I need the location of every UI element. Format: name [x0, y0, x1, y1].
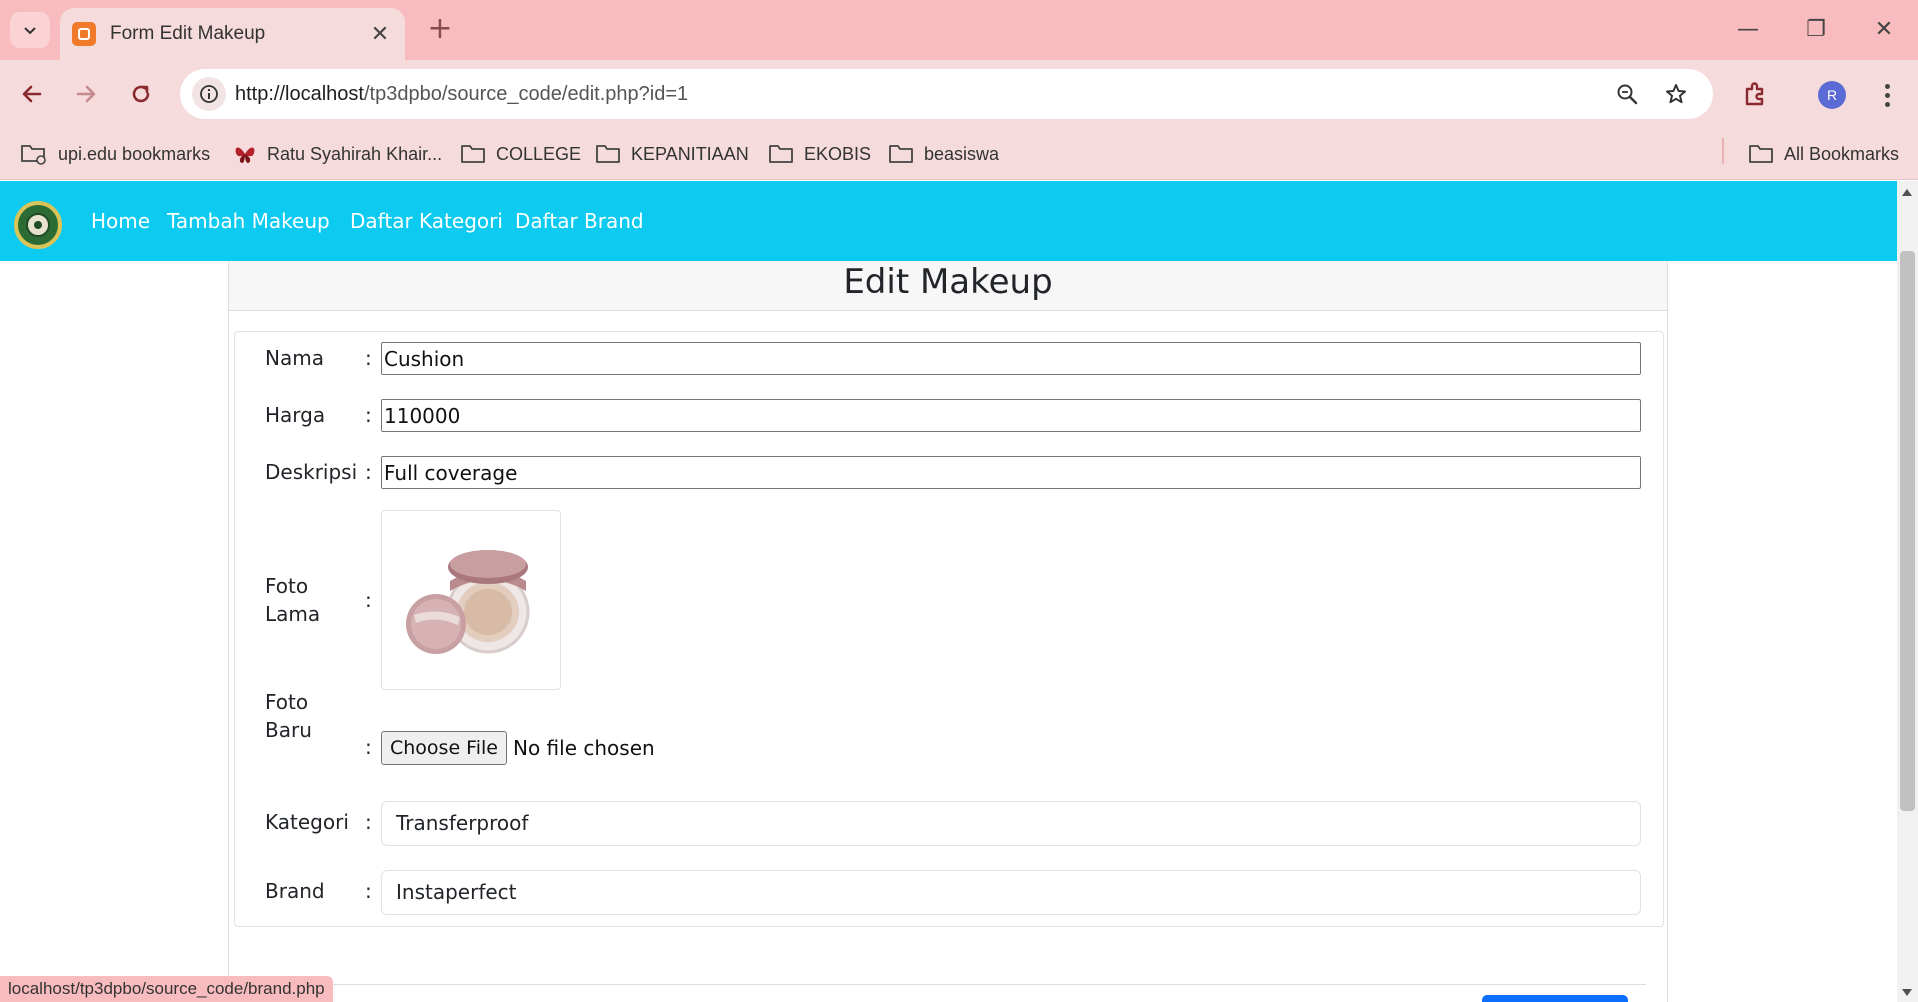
new-tab-button[interactable]: + — [422, 12, 458, 48]
foto-baru-label-line2: Baru — [265, 718, 312, 742]
bookmarks-separator — [1722, 138, 1724, 164]
folder-icon — [889, 145, 913, 163]
managed-folder-icon — [21, 145, 46, 165]
arrow-right-icon — [76, 85, 96, 103]
kategori-label: Kategori — [265, 810, 349, 834]
bookmark-label: beasiswa — [924, 143, 1000, 164]
separator-colon: : — [365, 346, 372, 370]
address-url[interactable]: http://localhost/tp3dpbo/source_code/edi… — [235, 69, 688, 119]
restore-icon[interactable]: ❐ — [1796, 10, 1836, 50]
site-navbar: Home Tambah Makeup Daftar Kategori Dafta… — [0, 181, 1897, 261]
brand-select[interactable]: Instaperfect — [381, 870, 1641, 915]
reload-button[interactable] — [121, 74, 161, 114]
xampp-favicon-icon — [72, 22, 96, 46]
browser-menu-icon[interactable] — [1872, 78, 1902, 112]
foto-lama-label-line2: Lama — [265, 602, 321, 626]
bookmark-label: COLLEGE — [496, 143, 582, 164]
tab-search-button[interactable] — [10, 12, 50, 48]
bookmark-label: Ratu Syahirah Khair... — [267, 143, 443, 164]
separator-colon: : — [365, 403, 372, 427]
tab-close-icon[interactable]: ✕ — [367, 22, 393, 47]
bookmarks-bar: upi.edu bookmarks Ratu Syahirah Khair...… — [0, 128, 1918, 180]
deskripsi-label: Deskripsi — [265, 460, 358, 484]
scroll-up-icon[interactable] — [1902, 189, 1912, 196]
site-info-icon[interactable] — [192, 77, 226, 111]
arrow-left-icon — [22, 85, 42, 103]
page-viewport: Home Tambah Makeup Daftar Kategori Dafta… — [0, 181, 1897, 1002]
nav-daftar-kategori-link[interactable]: Daftar Kategori — [350, 181, 503, 261]
close-window-icon[interactable]: ✕ — [1864, 10, 1904, 50]
extensions-icon[interactable] — [1735, 74, 1775, 114]
forward-button[interactable] — [66, 74, 106, 114]
browser-tab-strip: Form Edit Makeup ✕ + — ❐ ✕ — [0, 0, 1918, 60]
nama-label: Nama — [265, 346, 324, 370]
submit-button-partial[interactable] — [1482, 995, 1628, 1002]
card-header: Edit Makeup — [229, 261, 1667, 311]
harga-label: Harga — [265, 403, 326, 427]
bookmark-star-icon[interactable] — [1659, 77, 1693, 111]
nama-input[interactable] — [381, 342, 1641, 375]
deskripsi-input[interactable] — [381, 456, 1641, 489]
folder-icon — [769, 145, 793, 163]
scroll-down-icon[interactable] — [1902, 989, 1912, 996]
foto-lama-thumbnail — [381, 510, 561, 690]
bookmark-ratu-syahirah[interactable]: Ratu Syahirah Khair... — [233, 128, 442, 180]
folder-icon — [1749, 145, 1773, 163]
separator-colon: : — [365, 460, 372, 484]
profile-avatar[interactable]: R — [1818, 81, 1846, 109]
edit-card: Edit Makeup Nama : Harga : Deskripsi : F… — [228, 261, 1668, 1002]
zoom-icon[interactable] — [1610, 77, 1644, 111]
file-status-text: No file chosen — [513, 736, 655, 760]
separator-colon: : — [365, 810, 372, 834]
bookmark-upi-edu[interactable]: upi.edu bookmarks — [20, 128, 210, 180]
address-bar[interactable]: http://localhost/tp3dpbo/source_code/edi… — [180, 69, 1713, 119]
separator-colon: : — [365, 735, 372, 759]
card-footer-divider — [238, 984, 1646, 985]
nav-daftar-brand-link[interactable]: Daftar Brand — [515, 181, 644, 261]
choose-file-button[interactable]: Choose File — [381, 731, 507, 765]
url-host: http://localhost — [235, 83, 364, 105]
kategori-select[interactable]: Transferproof — [381, 801, 1641, 846]
bookmark-folder-beasiswa[interactable]: beasiswa — [888, 128, 999, 180]
bookmark-label: KEPANITIAAN — [631, 143, 749, 164]
minimize-icon[interactable]: — — [1728, 10, 1768, 50]
nav-home-link[interactable]: Home — [91, 181, 150, 261]
bookmark-label: upi.edu bookmarks — [58, 143, 211, 164]
back-button[interactable] — [12, 74, 52, 114]
site-logo[interactable] — [14, 201, 62, 249]
harga-input[interactable] — [381, 399, 1641, 432]
all-bookmarks-button[interactable]: All Bookmarks — [1748, 128, 1899, 180]
foto-lama-label-line1: Foto — [265, 574, 309, 598]
page-scrollbar[interactable] — [1897, 181, 1918, 1002]
reload-icon — [132, 85, 150, 103]
bookmark-folder-ekobis[interactable]: EKOBIS — [768, 128, 871, 180]
page-title: Edit Makeup — [843, 262, 1053, 302]
folder-icon — [596, 145, 620, 163]
chevron-down-icon — [24, 27, 36, 35]
all-bookmarks-label: All Bookmarks — [1784, 143, 1900, 164]
separator-colon: : — [365, 588, 372, 612]
bookmark-folder-college[interactable]: COLLEGE — [460, 128, 581, 180]
url-path: /tp3dpbo/source_code/edit.php?id=1 — [363, 83, 689, 105]
browser-toolbar: http://localhost/tp3dpbo/source_code/edi… — [0, 60, 1918, 128]
tab-title: Form Edit Makeup — [110, 23, 266, 44]
butterfly-favicon-icon — [235, 147, 255, 163]
folder-icon — [461, 145, 485, 163]
link-status-bar: localhost/tp3dpbo/source_code/brand.php — [0, 976, 333, 1002]
bookmark-folder-kepanitiaan[interactable]: KEPANITIAAN — [595, 128, 749, 180]
cushion-compact-image — [406, 550, 530, 654]
foto-baru-label-line1: Foto — [265, 690, 309, 714]
browser-tab-active[interactable]: Form Edit Makeup ✕ — [60, 8, 405, 60]
separator-colon: : — [365, 879, 372, 903]
scrollbar-thumb[interactable] — [1900, 251, 1915, 811]
edit-form: Nama : Harga : Deskripsi : Foto Lama : — [234, 331, 1664, 927]
brand-label: Brand — [265, 879, 325, 903]
bookmark-label: EKOBIS — [804, 143, 872, 164]
nav-tambah-makeup-link[interactable]: Tambah Makeup — [167, 181, 330, 261]
